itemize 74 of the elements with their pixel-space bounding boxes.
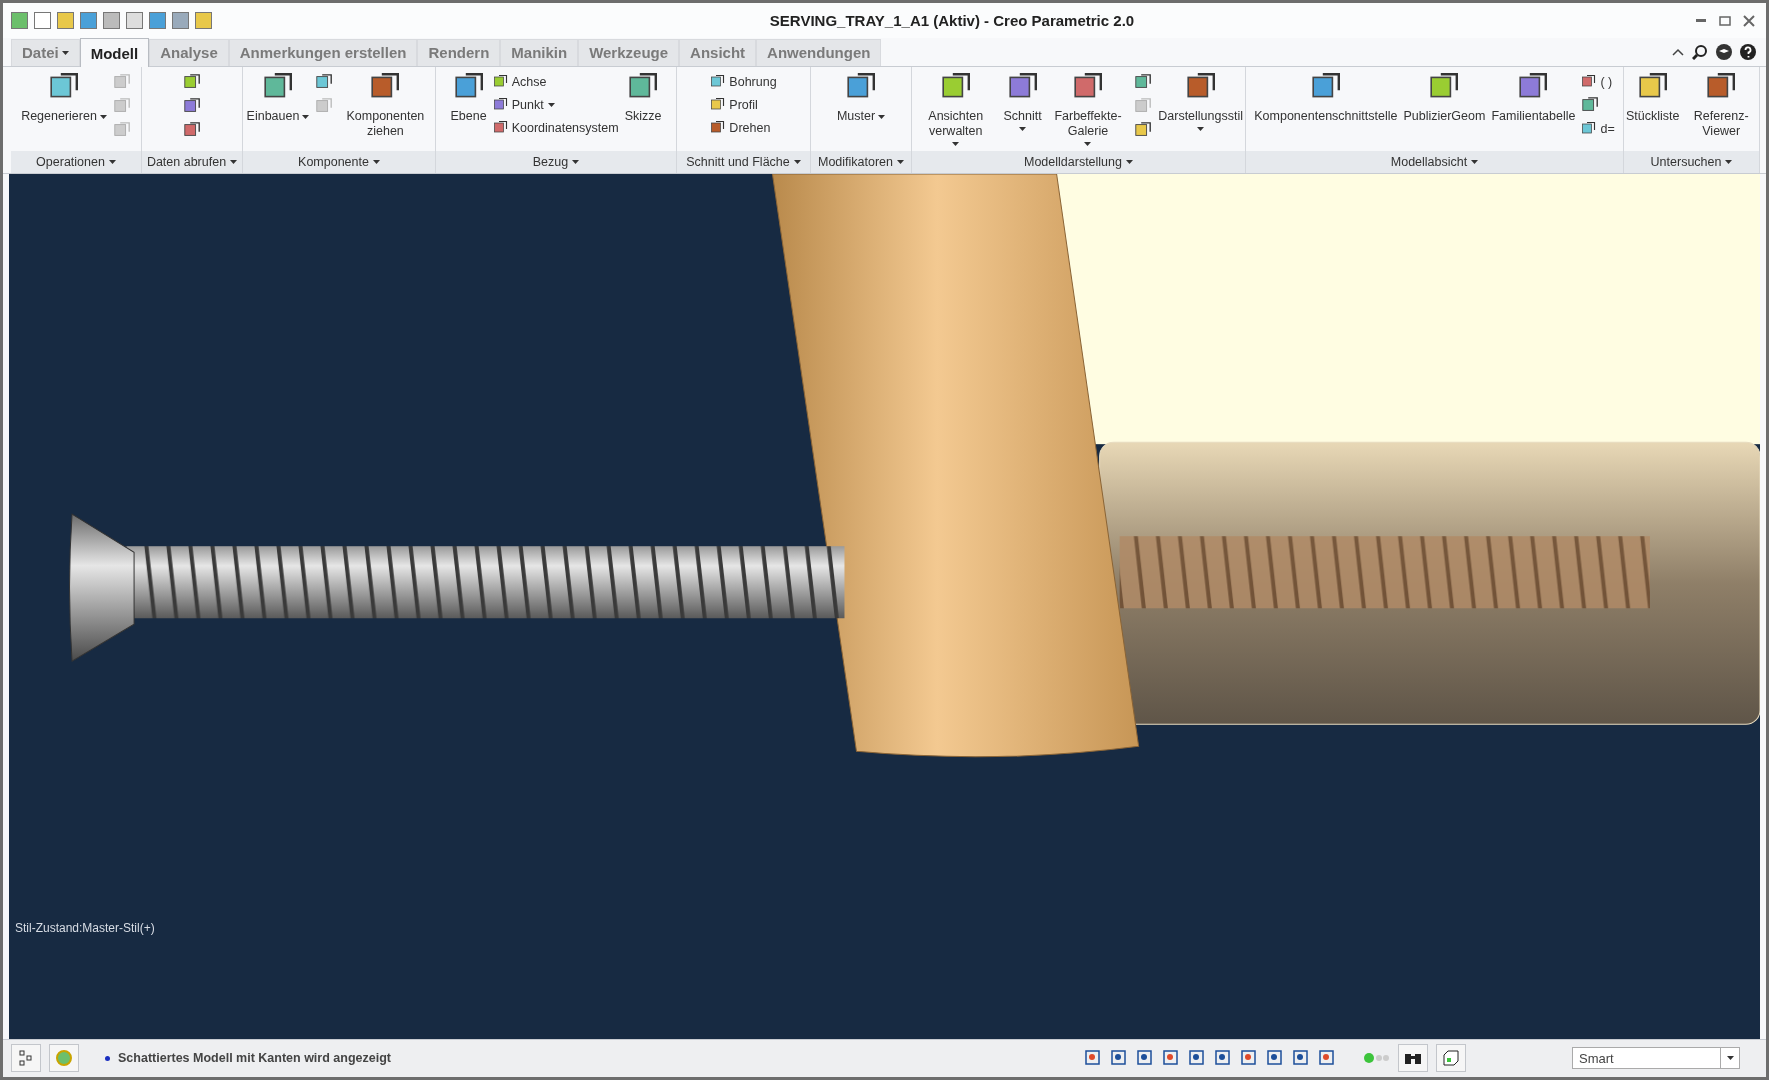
caret-icon [1471, 160, 1479, 165]
ribbon-small-button[interactable]: d= [1581, 120, 1615, 138]
ribbon-small-button[interactable]: Bohrung [710, 73, 777, 91]
ribbon-group-label[interactable]: Modelldarstellung [912, 151, 1245, 174]
model-tree-icon[interactable] [11, 1044, 41, 1073]
ribbon-group-label[interactable]: Komponente [243, 151, 435, 174]
globe-icon[interactable] [49, 1044, 79, 1073]
search-icon[interactable] [1692, 44, 1708, 61]
ribbon-button[interactable]: Regenerieren [21, 71, 107, 125]
ribbon-button[interactable]: Skizze [624, 71, 662, 125]
tool-icon [492, 97, 508, 113]
caret-icon [1126, 160, 1133, 165]
toolbar-icon[interactable] [149, 12, 166, 30]
help-icon[interactable] [1740, 44, 1756, 61]
ribbon-button[interactable]: PublizierGeom [1403, 71, 1486, 125]
tool-icon [492, 120, 508, 136]
ribbon-small-button[interactable]: Koordinatensystem [492, 119, 619, 137]
caret-icon [230, 160, 238, 165]
toolbar-icon[interactable] [172, 12, 189, 30]
toolbar-icon[interactable] [103, 12, 120, 30]
ribbon-button[interactable]: Schnitt [1003, 71, 1042, 132]
toolbar-icon[interactable] [11, 12, 28, 30]
tool-icon [710, 97, 726, 113]
ribbon-tab[interactable]: Modell [79, 38, 150, 68]
ribbon-button[interactable]: Komponentenschnittstelle [1254, 71, 1398, 125]
status-dot [105, 1055, 110, 1061]
status-message: Schattiertes Modell mit Kanten wird angezeigt [118, 1051, 391, 1066]
ribbon-button[interactable]: Referenz-Viewer [1685, 71, 1757, 140]
ribbon-button[interactable]: Familientabelle [1491, 71, 1576, 125]
ribbon-small-button[interactable]: Achse [492, 73, 619, 91]
ribbon-small-button[interactable]: ( ) [1581, 73, 1615, 91]
ribbon-button[interactable]: Ebene [450, 71, 487, 125]
caret-icon [897, 160, 904, 165]
toolbar-icon[interactable] [34, 12, 51, 30]
ribbon-group-label[interactable]: Operationen [11, 151, 141, 174]
ribbon-button[interactable]: Farbeffekte-Galerie [1047, 71, 1129, 147]
tool-icon [710, 74, 726, 90]
ribbon-button[interactable]: Stückliste [1626, 71, 1680, 125]
collapse-icon[interactable] [1672, 48, 1684, 57]
toolbar-icon[interactable] [80, 12, 97, 30]
toolbar-icon[interactable] [195, 12, 212, 30]
tool-icon [1581, 121, 1597, 137]
caret-icon [793, 160, 801, 165]
ribbon-group-label[interactable]: Modellabsicht [1246, 151, 1623, 174]
status-lights-icon [1364, 1053, 1390, 1064]
ribbon-button[interactable]: Einbauen [246, 71, 310, 125]
close-icon[interactable] [1740, 13, 1758, 28]
ribbon-button[interactable]: Muster [836, 71, 886, 125]
ribbon-group-label[interactable]: Bezug [436, 151, 676, 174]
caret-icon [572, 160, 580, 165]
ribbon-button[interactable]: Komponenten ziehen [339, 71, 432, 140]
ribbon-small-button[interactable]: Profil [710, 96, 777, 114]
ribbon-button[interactable]: Ansichten verwalten [914, 71, 998, 147]
maximize-icon[interactable] [1716, 13, 1734, 28]
toolbar-icon[interactable] [126, 12, 143, 30]
ribbon-button[interactable]: Darstellungsstil [1158, 71, 1243, 132]
caret-icon [372, 160, 380, 165]
caret-icon [108, 160, 116, 165]
tool-icon [710, 120, 726, 136]
ribbon-small-button[interactable]: Drehen [710, 119, 777, 137]
filter-dropdown[interactable]: Smart [1572, 1047, 1740, 1070]
binoculars-icon[interactable] [1398, 1044, 1428, 1073]
caret-icon [1726, 1056, 1734, 1061]
tool-icon [492, 74, 508, 90]
style-state-text: Stil-Zustand:Master-Stil(+) [15, 920, 155, 935]
ribbon-small-button[interactable]: Punkt [492, 96, 619, 114]
ribbon-group-label[interactable]: Schnitt und Fläche [677, 151, 810, 174]
ribbon-group-label[interactable]: Daten abrufen [142, 151, 242, 174]
window-title: SERVING_TRAY_1_A1 (Aktiv) - Creo Parametric 2.0 [768, 12, 1136, 30]
ribbon-group-label[interactable]: Modifikatoren [811, 151, 911, 174]
toolbar-icon[interactable] [57, 12, 74, 30]
caret-icon [1725, 160, 1733, 165]
ribbon-group-label[interactable]: Untersuchen [1624, 151, 1759, 174]
tool-icon [1581, 74, 1597, 90]
